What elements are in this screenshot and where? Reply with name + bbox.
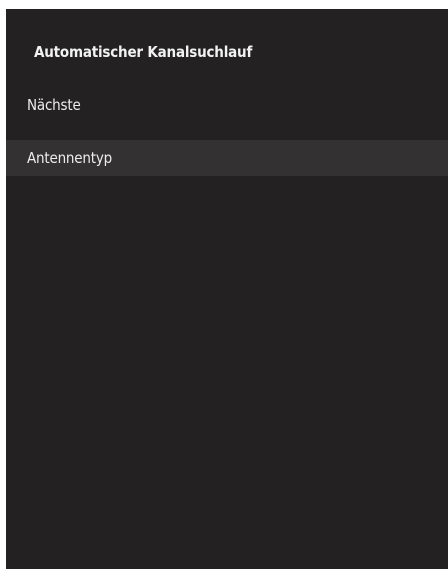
page-title: Automatischer Kanalsuchlauf xyxy=(34,43,253,61)
menu-item-next[interactable]: Nächste xyxy=(6,87,448,123)
settings-panel: Automatischer Kanalsuchlauf Nächste Ante… xyxy=(6,9,448,569)
menu-item-label: Antennentyp xyxy=(27,149,112,167)
menu-item-label: Nächste xyxy=(27,96,81,114)
menu-item-antenna-type[interactable]: Antennentyp xyxy=(6,140,448,176)
